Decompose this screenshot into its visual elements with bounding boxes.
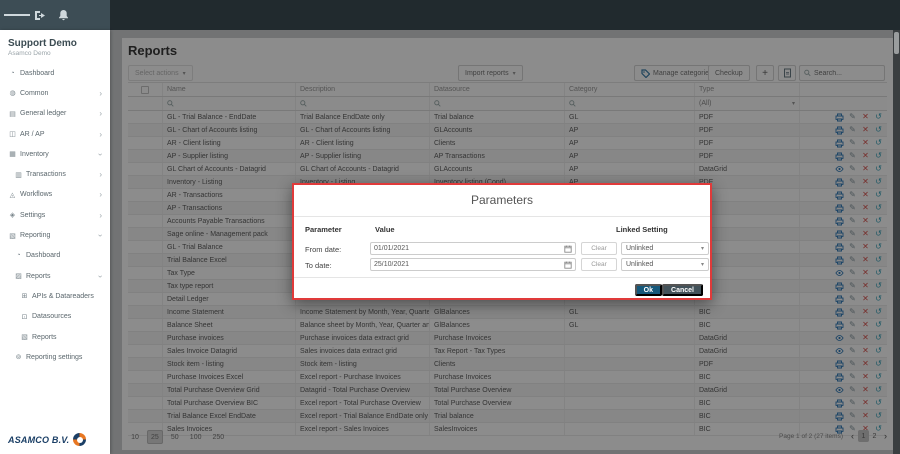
- chevron-right-icon: ›: [99, 130, 102, 139]
- sidebar-item-reports[interactable]: ▧Reports: [0, 327, 110, 347]
- sidebar-item-label: Settings: [20, 212, 45, 219]
- caret-down-icon: ▾: [701, 245, 704, 252]
- sidebar-item-inventory[interactable]: ▦Inventory ›: [0, 144, 110, 164]
- transactions-icon: ▥: [14, 171, 23, 179]
- sidebar-item-reporting-settings[interactable]: ⊚Reporting settings: [0, 347, 110, 367]
- parameters-dialog: Parameters Parameter Value Linked Settin…: [292, 183, 712, 300]
- sidebar-item-label: Reports: [32, 334, 57, 341]
- company-logo-text: ASAMCO B.V.: [8, 435, 69, 445]
- from-date-clear-button[interactable]: Clear: [581, 242, 617, 255]
- sidebar-item-datasources[interactable]: ⊡Datasources: [0, 307, 110, 327]
- from-date-label: From date:: [305, 245, 341, 254]
- column-header-linked-setting: Linked Setting: [616, 225, 668, 234]
- sidebar-item-label: Dashboard: [26, 252, 60, 259]
- caret-down-icon: ▾: [701, 261, 704, 268]
- chevron-right-icon: ›: [99, 89, 102, 98]
- company-logo-icon: [73, 433, 86, 446]
- from-date-input[interactable]: [374, 245, 564, 252]
- calendar-icon[interactable]: [564, 261, 572, 269]
- sidebar-item-label: Inventory: [20, 151, 49, 158]
- sidebar-item-workflows[interactable]: ◬Workflows ›: [0, 185, 110, 205]
- to-date-field[interactable]: [370, 258, 576, 271]
- chevron-down-icon: ›: [96, 275, 105, 278]
- sidebar-item-common[interactable]: ◍Common ›: [0, 83, 110, 103]
- dashboard-icon: ◔: [14, 252, 23, 259]
- notifications-bell-icon[interactable]: [50, 0, 76, 30]
- dashboard-icon: ◔: [8, 70, 17, 77]
- chevron-right-icon: ›: [99, 170, 102, 179]
- sidebar-item-apis-datareaders[interactable]: ⊞APIs & Datareaders: [0, 286, 110, 306]
- to-date-input[interactable]: [374, 261, 564, 268]
- globe-icon: ◍: [8, 89, 17, 97]
- sidebar-item-label: Transactions: [26, 171, 66, 178]
- datasources-icon: ⊡: [20, 313, 29, 321]
- sidebar-item-label: Reporting settings: [26, 354, 82, 361]
- inventory-icon: ▦: [8, 150, 17, 158]
- from-date-linked-select[interactable]: Unlinked▾: [621, 242, 709, 255]
- chevron-down-icon: ›: [96, 153, 105, 156]
- settings-icon: ◈: [8, 211, 17, 219]
- sidebar-item-label: General ledger: [20, 110, 66, 117]
- reports-icon: ▧: [20, 333, 29, 341]
- sidebar-item-label: Common: [20, 90, 48, 97]
- sidebar-item-label: APIs & Datareaders: [32, 293, 94, 300]
- sidebar-item-settings[interactable]: ◈Settings ›: [0, 205, 110, 225]
- column-header-parameter: Parameter: [305, 225, 342, 234]
- sidebar-item-label: Datasources: [32, 313, 71, 320]
- datareaders-icon: ⊞: [20, 292, 29, 300]
- company-logo: ASAMCO B.V.: [8, 433, 86, 446]
- sidebar: Support Demo Asamco Demo ◔Dashboard◍Comm…: [0, 30, 110, 454]
- to-date-label: To date:: [305, 261, 332, 270]
- chevron-right-icon: ›: [99, 190, 102, 199]
- reporting-icon: ▧: [8, 232, 17, 240]
- to-date-clear-button[interactable]: Clear: [581, 258, 617, 271]
- sidebar-item-general-ledger[interactable]: ▤General ledger ›: [0, 104, 110, 124]
- chevron-down-icon: ›: [96, 234, 105, 237]
- sidebar-item-ar-ap[interactable]: ◫AR / AP ›: [0, 124, 110, 144]
- dialog-title: Parameters: [294, 185, 710, 207]
- scrollbar-thumb[interactable]: [894, 32, 899, 54]
- to-date-linked-select[interactable]: Unlinked▾: [621, 258, 709, 271]
- sidebar-item-label: Reports: [26, 273, 51, 280]
- chevron-right-icon: ›: [99, 211, 102, 220]
- column-header-value: Value: [375, 225, 395, 234]
- from-date-field[interactable]: [370, 242, 576, 255]
- workspace-subtitle: Asamco Demo: [0, 49, 110, 63]
- workspace-title: Support Demo: [0, 30, 110, 49]
- ok-button[interactable]: Ok: [635, 284, 662, 296]
- sidebar-item-dashboard[interactable]: ◔Dashboard: [0, 63, 110, 83]
- accounts-icon: ◫: [8, 130, 17, 138]
- sidebar-item-label: AR / AP: [20, 131, 45, 138]
- sidebar-item-reports[interactable]: ▨Reports ›: [0, 266, 110, 286]
- calendar-icon[interactable]: [564, 245, 572, 253]
- reports-icon: ▨: [14, 272, 23, 280]
- chevron-right-icon: ›: [99, 109, 102, 118]
- sidebar-item-transactions[interactable]: ▥Transactions ›: [0, 164, 110, 184]
- sidebar-item-reporting[interactable]: ▧Reporting ›: [0, 225, 110, 245]
- sidebar-item-label: Reporting: [20, 232, 50, 239]
- vertical-scrollbar[interactable]: [893, 30, 900, 454]
- cancel-button[interactable]: Cancel: [662, 284, 703, 296]
- sidebar-item-label: Workflows: [20, 191, 52, 198]
- sidebar-item-dashboard[interactable]: ◔Dashboard: [0, 246, 110, 266]
- ledger-icon: ▤: [8, 110, 17, 118]
- workflow-icon: ◬: [8, 191, 17, 199]
- reporting-settings-icon: ⊚: [14, 353, 23, 361]
- sidebar-item-label: Dashboard: [20, 70, 54, 77]
